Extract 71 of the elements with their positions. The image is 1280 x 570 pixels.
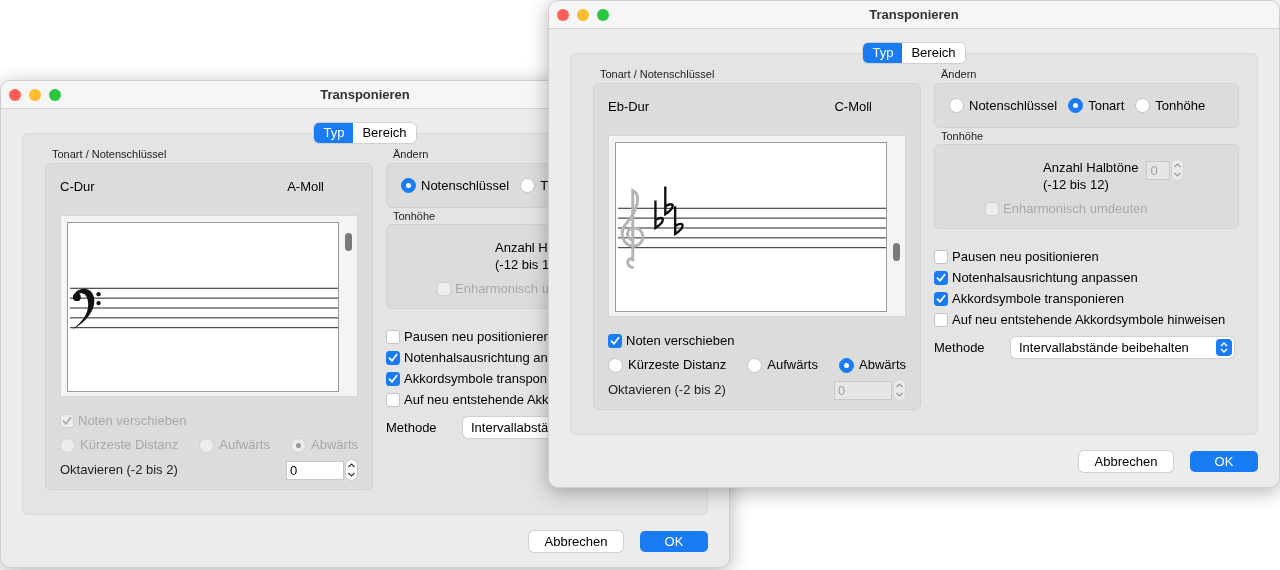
window-title: Transponieren bbox=[869, 5, 959, 24]
ok-button[interactable]: OK bbox=[640, 531, 708, 552]
radio-label: Abwärts bbox=[859, 356, 906, 375]
scrollbar-thumb[interactable] bbox=[893, 243, 901, 261]
semitones-label: Anzahl Halbtöne bbox=[1043, 159, 1139, 176]
octave-label: Oktavieren (-2 bis 2) bbox=[60, 461, 178, 480]
radio-button[interactable] bbox=[401, 178, 416, 193]
radio-button[interactable] bbox=[839, 357, 855, 373]
checkbox-label: Pausen neu positionieren bbox=[952, 248, 1099, 267]
tab[interactable]: Typ bbox=[863, 43, 903, 63]
radio-label: Tonhöhe bbox=[1155, 96, 1206, 115]
scrollbar-thumb[interactable] bbox=[345, 233, 353, 251]
close-button[interactable] bbox=[9, 89, 21, 101]
radio-button[interactable] bbox=[520, 178, 536, 193]
section-label: Ändern bbox=[940, 68, 978, 81]
minimize-button[interactable] bbox=[577, 9, 589, 21]
checkbox-label: Auf neu entstehende Akkordsymbole hinweisen bbox=[952, 311, 1226, 330]
checkbox[interactable] bbox=[386, 372, 400, 386]
close-button[interactable] bbox=[557, 9, 569, 21]
section-label: Ändern bbox=[392, 148, 430, 161]
radio-button[interactable] bbox=[1135, 98, 1151, 113]
semitones-label: (-12 bis 12) bbox=[1043, 176, 1110, 193]
checkbox[interactable] bbox=[386, 393, 400, 407]
section-label: Tonart / Notenschlüssel bbox=[599, 68, 716, 81]
checkbox-label: Notenhalsausrichtung an bbox=[404, 349, 548, 368]
checkbox[interactable] bbox=[934, 292, 948, 306]
radio-label: Kürzeste Distanz bbox=[628, 356, 727, 375]
number-field[interactable]: 0 bbox=[286, 460, 344, 480]
radio-label: Tonart bbox=[1088, 96, 1125, 115]
checkbox-label: Notenhalsausrichtung anpassen bbox=[952, 269, 1138, 288]
cancel-button[interactable]: Abbrechen bbox=[529, 531, 623, 552]
semitones-label: Anzahl H bbox=[495, 239, 549, 256]
checkbox[interactable] bbox=[386, 351, 400, 365]
tab[interactable]: Typ bbox=[314, 123, 354, 143]
stepper-arrows-icon[interactable] bbox=[345, 459, 358, 481]
method-dropdown[interactable]: Intervallabstände beibehalten bbox=[1011, 337, 1234, 358]
cancel-button[interactable]: Abbrechen bbox=[1079, 451, 1173, 472]
minimize-button[interactable] bbox=[29, 89, 41, 101]
ok-button[interactable]: OK bbox=[1190, 451, 1258, 472]
radio-button[interactable] bbox=[747, 357, 763, 373]
checkbox[interactable] bbox=[934, 271, 948, 285]
checkbox-label: Noten verschieben bbox=[626, 332, 735, 351]
radio-button[interactable] bbox=[949, 98, 964, 113]
zoom-button[interactable] bbox=[49, 89, 61, 101]
method-label: Methode bbox=[386, 418, 438, 437]
radio-button[interactable] bbox=[1068, 98, 1084, 113]
radio-label: Notenschlüssel bbox=[969, 96, 1058, 115]
checkbox-label: Akkordsymbole transponieren bbox=[952, 290, 1124, 309]
minor-key-label: A-Moll bbox=[287, 179, 324, 195]
radio-label: Notenschlüssel bbox=[421, 176, 510, 195]
checkbox[interactable] bbox=[608, 334, 622, 348]
minor-key-label: C-Moll bbox=[834, 99, 872, 115]
major-key-label: Eb-Dur bbox=[608, 99, 650, 115]
major-key-label: C-Dur bbox=[60, 179, 95, 195]
radio-label: T bbox=[540, 176, 549, 195]
checkbox-label: Akkordsymbole transpon bbox=[404, 370, 548, 389]
radio-label: Aufwärts bbox=[767, 356, 818, 375]
checkbox[interactable] bbox=[934, 250, 948, 264]
checkbox[interactable] bbox=[386, 330, 400, 344]
method-label: Methode bbox=[934, 338, 986, 357]
checkbox[interactable] bbox=[934, 313, 948, 327]
section-label: Tonhöhe bbox=[940, 130, 985, 143]
dropdown-arrows-icon bbox=[1216, 339, 1232, 356]
radio-button[interactable] bbox=[608, 357, 623, 373]
octave-label: Oktavieren (-2 bis 2) bbox=[608, 381, 726, 400]
section-label: Tonart / Notenschlüssel bbox=[51, 148, 168, 161]
checkbox-label: Auf neu entstehende Akk bbox=[404, 391, 549, 410]
window-title: Transponieren bbox=[320, 85, 410, 104]
section-label: Tonhöhe bbox=[392, 210, 437, 223]
zoom-button[interactable] bbox=[597, 9, 609, 21]
checkbox-label: Pausen neu positionieren bbox=[404, 328, 551, 347]
